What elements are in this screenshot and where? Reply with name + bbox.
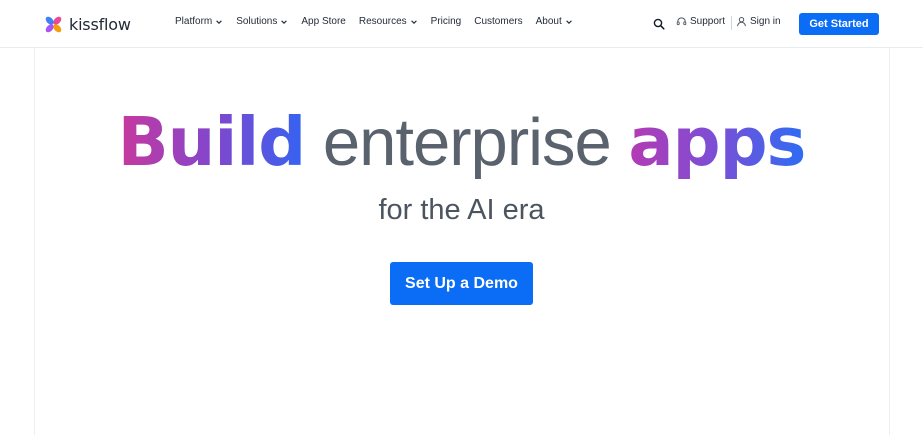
nav-divider [731,16,732,30]
nav-item-solutions[interactable]: Solutions [236,16,288,27]
support-label: Support [690,16,726,27]
nav-item-label: Resources [358,16,407,27]
search-icon [653,18,665,30]
nav-item-pricing[interactable]: Pricing [431,16,462,27]
support-link[interactable]: Support [676,16,725,27]
sign-in-link[interactable]: Sign in [736,16,781,27]
kissflow-logo[interactable]: kissflow [44,12,131,36]
nav-item-customers[interactable]: Customers [474,16,522,27]
nav-item-label: Solutions [236,16,278,27]
main-nav: Platform Solutions App Store Resources P… [175,16,586,27]
nav-item-platform[interactable]: Platform [175,16,223,27]
headline-middle: enterprise [305,105,629,180]
top-navbar: kissflow Platform Solutions App Store Re… [0,0,923,48]
nav-item-label: About [535,16,562,27]
nav-item-label: Customers [474,16,523,27]
nav-item-label: Pricing [430,16,462,27]
nav-item-label: Platform [175,16,213,27]
kissflow-logo-icon [45,16,62,32]
nav-item-app-store[interactable]: App Store [301,16,345,27]
nav-item-about[interactable]: About [536,16,573,27]
nav-item-resources[interactable]: Resources [359,16,418,27]
set-up-demo-button[interactable]: Set Up a Demo [390,262,533,305]
brand-name: kissflow [69,14,131,34]
hero-headline: Build enterprise apps [0,100,923,185]
chevron-down-icon [410,19,417,24]
sign-in-label: Sign in [750,16,781,27]
search-button[interactable] [646,12,672,36]
get-started-button[interactable]: Get Started [799,13,879,35]
user-icon [737,16,746,27]
headline-highlight-apps: apps [628,103,806,181]
chevron-down-icon [281,19,288,24]
hero-subheadline: for the AI era [378,194,545,226]
headset-icon [676,17,687,26]
chevron-down-icon [216,19,223,24]
chevron-down-icon [565,19,572,24]
nav-item-label: App Store [301,16,346,27]
headline-highlight-build: Build [117,103,307,181]
